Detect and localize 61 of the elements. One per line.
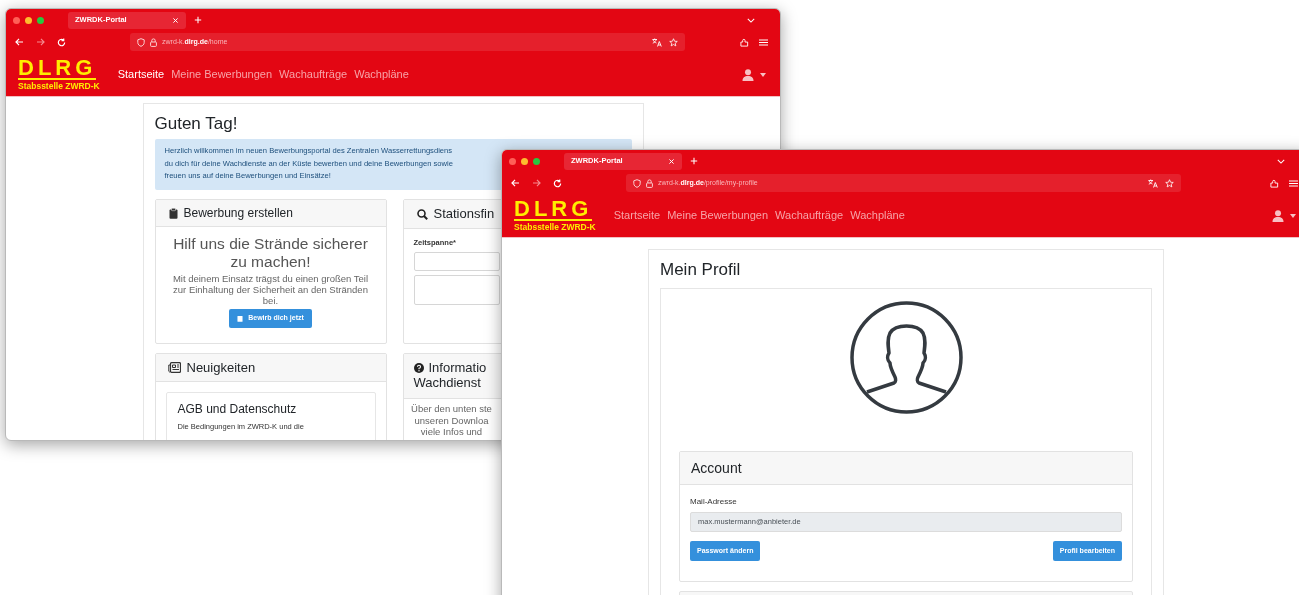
site-logo[interactable]: DLRG Stabsstelle ZWRD-K [514,198,596,233]
card-title: Stationsfin [433,205,495,224]
bookmark-star-icon[interactable] [1165,178,1174,188]
caret-icon[interactable] [760,72,766,77]
extensions-icon[interactable] [1270,178,1279,188]
clipboard-icon [237,315,244,322]
question-circle-icon [413,362,424,373]
greeting-heading: Guten Tag! [154,113,239,135]
field-label: Mail-Adresse [690,496,738,508]
back-arrow-icon[interactable] [511,179,520,187]
card-title: Neuigkeiten [186,358,256,377]
newspaper-icon [167,362,181,373]
menu-icon[interactable] [759,38,768,46]
close-icon[interactable] [172,16,179,24]
menu-icon[interactable] [1289,179,1298,187]
input-field[interactable] [413,252,500,272]
article-title: AGB und Datenschutz [177,401,298,418]
user-icon[interactable] [1272,209,1284,222]
translate-icon[interactable] [652,37,662,47]
shield-icon[interactable] [633,178,641,188]
avatar-icon [849,301,963,414]
lock-icon[interactable] [646,178,653,188]
shield-icon[interactable] [137,37,145,47]
nav-link[interactable]: Startseite [117,66,165,83]
card-title: Bewerbung erstellen [183,205,293,222]
nav-link[interactable]: Meine Bewerbungen [171,66,273,83]
nav-link[interactable]: Wachaufträge [775,207,844,224]
card-text: Mit deinem Einsatz trägst du einen großen Teil zur Einhaltung der Sicherheit an den Stränden bei. [171,273,370,306]
new-tab-icon[interactable] [194,16,202,24]
card-title: Informatio [428,360,487,375]
input-field[interactable] [413,275,500,306]
card-title: Wachdienst [413,375,482,391]
lock-icon[interactable] [150,37,157,47]
bookmark-star-icon[interactable] [669,37,678,47]
card-title: Account [691,458,742,478]
nav-link[interactable]: Startseite [613,207,661,224]
nav-link[interactable]: Wachpläne [850,207,905,224]
card-text: unseren Downloa [414,414,489,426]
page-title: Mein Profil [660,259,742,281]
search-icon [416,208,428,220]
new-tab-icon[interactable] [690,157,698,165]
reload-icon[interactable] [57,37,66,47]
reload-icon[interactable] [553,178,562,188]
nav-link[interactable]: Wachaufträge [279,66,348,83]
nav-link[interactable]: Wachpläne [354,66,409,83]
close-icon[interactable] [668,157,675,165]
forward-arrow-icon[interactable] [532,179,541,187]
site-logo[interactable]: DLRG Stabsstelle ZWRD-K [18,57,100,92]
caret-icon[interactable] [1290,213,1296,218]
translate-icon[interactable] [1148,178,1158,188]
card-text: Über den unten ste [411,403,492,415]
nav-link[interactable]: Meine Bewerbungen [667,207,769,224]
chevron-down-icon[interactable] [747,17,755,23]
user-icon[interactable] [742,68,754,81]
extensions-icon[interactable] [740,37,749,47]
back-arrow-icon[interactable] [15,38,24,46]
card-headline: Hilf uns die Strände sicherer zu machen! [172,235,369,271]
clipboard-icon [168,207,178,219]
card-text: viele Infos und [420,426,483,438]
forward-arrow-icon[interactable] [36,38,45,46]
chevron-down-icon[interactable] [1277,158,1285,164]
